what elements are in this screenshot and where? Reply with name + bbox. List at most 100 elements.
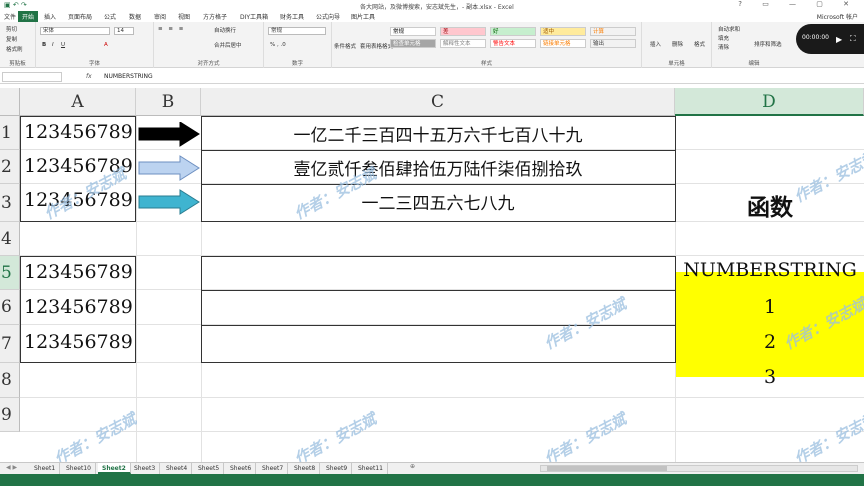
cell-style-option[interactable]: 好 bbox=[490, 27, 536, 36]
tab-fangfanggezi[interactable]: 方方格子 bbox=[203, 12, 227, 21]
column-header-a[interactable]: A bbox=[20, 88, 136, 116]
font-size-select[interactable]: 14 bbox=[114, 27, 134, 35]
delete-cells-button[interactable]: 删除 bbox=[672, 40, 683, 48]
worksheet-grid[interactable]: A B C D 123456789 123456789 123456789 12… bbox=[0, 88, 864, 468]
row-header-5[interactable]: 5 bbox=[0, 256, 20, 290]
cell-a7[interactable]: 123456789 bbox=[21, 331, 135, 361]
cell-a5[interactable]: 123456789 bbox=[21, 261, 135, 291]
sheet-tab-sheet9[interactable]: Sheet9 bbox=[322, 463, 353, 474]
cell-style-option[interactable]: 计算 bbox=[590, 27, 636, 36]
cell-c3[interactable]: 一二三四五六七八九 bbox=[201, 189, 675, 217]
scrollbar-thumb[interactable] bbox=[547, 466, 667, 471]
conditional-format-button[interactable]: 条件格式 bbox=[334, 42, 356, 50]
row-header-1[interactable]: 1 bbox=[0, 116, 20, 150]
row-header-6[interactable]: 6 bbox=[0, 290, 20, 325]
sheet-tab-sheet5[interactable]: Sheet5 bbox=[194, 463, 225, 474]
cell-c2[interactable]: 壹亿贰仟叁佰肆拾伍万陆仟柒佰捌拾玖 bbox=[201, 155, 675, 183]
cell-d5[interactable]: NUMBERSTRING bbox=[676, 259, 864, 289]
underline-button[interactable]: U bbox=[61, 42, 65, 48]
cell-d7[interactable]: 2 bbox=[676, 331, 864, 361]
sheet-tab-sheet3[interactable]: Sheet3 bbox=[130, 463, 161, 474]
cell-d6[interactable]: 1 bbox=[676, 296, 864, 326]
title-bar: ▣ ↶ ↷ 各大网站，及微博搜索，安志斌先生，- 副本.xlsx - Excel… bbox=[0, 0, 864, 11]
fill-button[interactable]: 填充 bbox=[718, 34, 729, 42]
sheet-tab-sheet2[interactable]: Sheet2 bbox=[98, 463, 131, 474]
cell-a1[interactable]: 123456789 bbox=[21, 121, 135, 151]
tab-picture-tools[interactable]: 图片工具 bbox=[351, 12, 375, 21]
sheet-tab-sheet11[interactable]: Sheet11 bbox=[354, 463, 388, 474]
percent-icon[interactable]: % , .0 bbox=[270, 42, 286, 48]
sheet-tab-sheet6[interactable]: Sheet6 bbox=[226, 463, 257, 474]
cell-style-option[interactable]: 检查单元格 bbox=[390, 39, 436, 48]
window-controls[interactable]: ? ▭ — ▢ ✕ bbox=[738, 0, 858, 8]
cell-d3[interactable]: 函数 bbox=[676, 188, 864, 220]
align-icons[interactable]: ≡ ≡ ≡ bbox=[158, 26, 185, 32]
cell-style-option[interactable]: 适中 bbox=[540, 27, 586, 36]
cell-d8[interactable]: 3 bbox=[676, 366, 864, 396]
cell-style-option[interactable]: 解释性文本 bbox=[440, 39, 486, 48]
cell-a3[interactable]: 123456789 bbox=[21, 189, 135, 219]
cell-style-option[interactable]: 输出 bbox=[590, 39, 636, 48]
italic-button[interactable]: I bbox=[52, 42, 54, 48]
cell-c1[interactable]: 一亿二千三百四十五万六千七百八十九 bbox=[201, 121, 675, 149]
quick-access-toolbar[interactable]: ▣ ↶ ↷ bbox=[4, 1, 27, 9]
tab-formula-wizard[interactable]: 公式向导 bbox=[316, 12, 340, 21]
column-header-d[interactable]: D bbox=[675, 88, 864, 116]
account-label[interactable]: Microsoft 帐户 bbox=[817, 12, 858, 21]
tab-home[interactable]: 开始 bbox=[18, 11, 39, 22]
font-color-icon[interactable]: A bbox=[104, 42, 108, 48]
number-format-select[interactable]: 常规 bbox=[268, 27, 326, 35]
sheet-tab-sheet8[interactable]: Sheet8 bbox=[290, 463, 321, 474]
format-cells-button[interactable]: 格式 bbox=[694, 40, 705, 48]
format-painter-button[interactable]: 格式刷 bbox=[6, 45, 23, 53]
select-all-corner[interactable] bbox=[0, 88, 20, 116]
cell-style-option[interactable]: 警告文本 bbox=[490, 39, 536, 48]
sheet-tab-sheet10[interactable]: Sheet10 bbox=[62, 463, 96, 474]
cell-style-option[interactable]: 链接单元格 bbox=[540, 39, 586, 48]
sheet-tab-sheet7[interactable]: Sheet7 bbox=[258, 463, 289, 474]
copy-button[interactable]: 复制 bbox=[6, 35, 17, 43]
cut-button[interactable]: 剪切 bbox=[6, 25, 17, 33]
cell-style-option[interactable]: 常规 bbox=[390, 27, 436, 36]
row-header-2[interactable]: 2 bbox=[0, 150, 20, 184]
add-sheet-icon[interactable]: ⊕ bbox=[410, 463, 415, 470]
tab-file[interactable]: 文件 bbox=[4, 12, 16, 21]
tab-insert[interactable]: 插入 bbox=[44, 12, 56, 21]
fullscreen-icon[interactable]: ⛶ bbox=[850, 34, 856, 44]
bold-button[interactable]: B bbox=[42, 42, 46, 48]
name-box[interactable] bbox=[2, 72, 62, 82]
formula-input[interactable]: NUMBERSTRING bbox=[104, 73, 153, 80]
sheet-tab-sheet1[interactable]: Sheet1 bbox=[30, 463, 61, 474]
row-header-3[interactable]: 3 bbox=[0, 184, 20, 222]
tab-formulas[interactable]: 公式 bbox=[104, 12, 116, 21]
insert-cells-button[interactable]: 插入 bbox=[650, 40, 661, 48]
tab-review[interactable]: 审阅 bbox=[154, 12, 166, 21]
play-icon[interactable]: ▶ bbox=[836, 35, 842, 44]
row-header-7[interactable]: 7 bbox=[0, 325, 20, 363]
tab-page-layout[interactable]: 页面布局 bbox=[68, 12, 92, 21]
font-family-select[interactable]: 宋体 bbox=[40, 27, 110, 35]
merge-center-button[interactable]: 合并后居中 bbox=[214, 41, 242, 49]
column-header-c[interactable]: C bbox=[201, 88, 675, 116]
column-header-b[interactable]: B bbox=[136, 88, 201, 116]
tab-diy-toolbox[interactable]: DIY工具箱 bbox=[240, 12, 268, 21]
cell-a2[interactable]: 123456789 bbox=[21, 155, 135, 185]
row-header-4[interactable]: 4 bbox=[0, 222, 20, 256]
clear-button[interactable]: 清除 bbox=[718, 43, 729, 51]
sheet-nav-icons[interactable]: ◀ ▶ bbox=[6, 464, 17, 471]
autosum-button[interactable]: 自动求和 bbox=[718, 25, 740, 33]
tab-finance-tools[interactable]: 财务工具 bbox=[280, 12, 304, 21]
horizontal-scrollbar[interactable] bbox=[540, 465, 858, 472]
video-player-overlay[interactable]: 00:00:00 ▶ ⛶ bbox=[796, 24, 864, 54]
row-header-9[interactable]: 9 bbox=[0, 398, 20, 432]
cell-a6[interactable]: 123456789 bbox=[21, 296, 135, 326]
wrap-text-button[interactable]: 自动换行 bbox=[214, 26, 236, 34]
format-as-table-button[interactable]: 套用表格格式 bbox=[360, 42, 393, 50]
sheet-tab-sheet4[interactable]: Sheet4 bbox=[162, 463, 193, 474]
tab-view[interactable]: 视图 bbox=[178, 12, 190, 21]
fx-icon[interactable]: fx bbox=[86, 73, 92, 80]
tab-data[interactable]: 数据 bbox=[129, 12, 141, 21]
row-header-8[interactable]: 8 bbox=[0, 363, 20, 398]
sort-filter-button[interactable]: 排序和筛选 bbox=[754, 40, 782, 48]
cell-style-option[interactable]: 差 bbox=[440, 27, 486, 36]
